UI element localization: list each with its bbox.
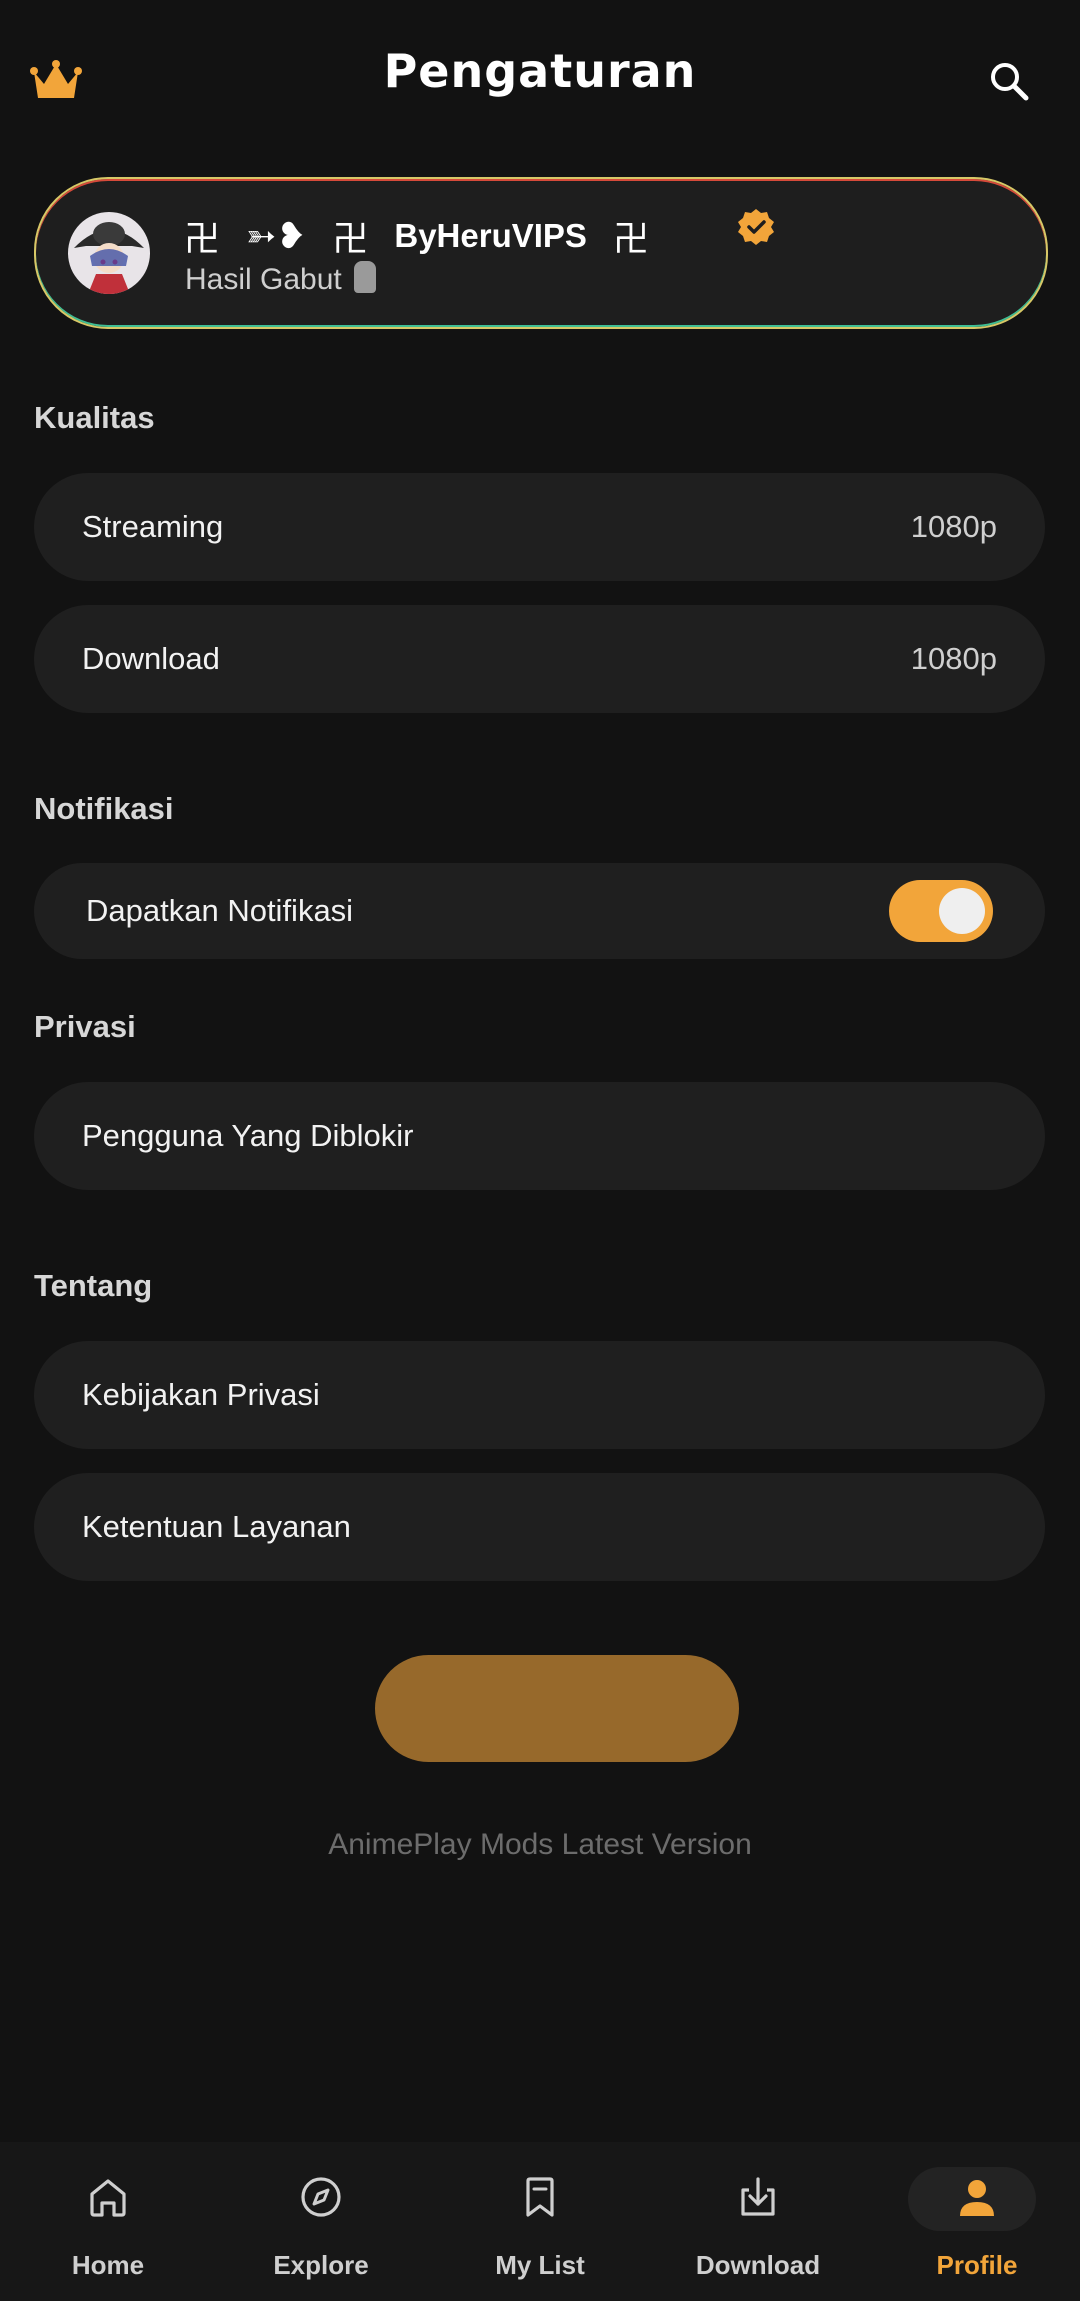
profile-status-text: Hasil Gabut [185,263,342,296]
download-icon [741,2177,775,2216]
streaming-quality-label: Streaming [82,509,224,544]
streaming-quality-value: 1080p [910,509,997,544]
compass-icon [301,2177,341,2217]
nav-profile-label: Profile [936,2250,1018,2280]
download-quality-label: Download [82,641,220,676]
app-header: Pengaturan [0,0,1080,150]
nav-explore[interactable]: Explore [213,2142,429,2301]
verified-badge-icon [738,209,774,245]
blocked-users-label: Pengguna Yang Diblokir [82,1118,414,1153]
nav-explore-label: Explore [273,2250,369,2280]
primary-action-button[interactable] [375,1655,739,1762]
section-title-privacy: Privasi [34,1009,136,1044]
notifications-toggle[interactable] [889,880,993,942]
profile-username: ByHeruVIPS [394,217,587,254]
bottom-navigation: Home Explore My List Download Profile [0,2142,1080,2301]
moai-icon [353,261,376,293]
profile-status: Hasil Gabut [185,261,376,297]
name-symbol-left: 卍 [184,219,221,260]
nav-download-label: Download [695,2250,821,2280]
nav-home[interactable]: Home [0,2142,216,2301]
section-title-notifications: Notifikasi [34,791,174,826]
nav-download[interactable]: Download [650,2142,866,2301]
section-title-about: Tentang [34,1268,153,1303]
person-icon [960,2180,994,2216]
version-text: AnimePlay Mods Latest Version [328,1828,752,1861]
terms-of-service-row[interactable]: Ketentuan Layanan [34,1473,1045,1581]
nav-home-label: Home [71,2250,145,2280]
toggle-knob [939,888,985,934]
privacy-policy-row[interactable]: Kebijakan Privasi [34,1341,1045,1449]
search-icon[interactable] [986,58,1032,104]
profile-name-row: 卍 ➳❥ 卍 ByHeruVIPS 卍 [184,211,649,261]
home-icon [90,2179,126,2217]
notifications-row: Dapatkan Notifikasi [34,863,1045,959]
name-symbol-mid: 卍 [332,219,369,260]
blocked-users-row[interactable]: Pengguna Yang Diblokir [34,1082,1045,1190]
bookmark-icon [526,2177,554,2217]
avatar[interactable] [68,212,150,294]
name-symbol-right: 卍 [612,219,649,260]
nav-profile[interactable]: Profile [869,2142,1080,2301]
notifications-label: Dapatkan Notifikasi [86,893,354,928]
nav-my-list-label: My List [495,2250,585,2280]
download-quality-row[interactable]: Download 1080p [34,605,1045,713]
name-arrow-heart: ➳❥ [246,215,307,257]
streaming-quality-row[interactable]: Streaming 1080p [34,473,1045,581]
profile-card[interactable]: 卍 ➳❥ 卍 ByHeruVIPS 卍 Hasil Gabut [34,177,1048,329]
page-title: Pengaturan [383,44,697,98]
section-title-quality: Kualitas [34,400,155,435]
download-quality-value: 1080p [910,641,997,676]
terms-of-service-label: Ketentuan Layanan [82,1509,351,1544]
avatar-image [68,212,150,294]
privacy-policy-label: Kebijakan Privasi [82,1377,320,1412]
nav-my-list[interactable]: My List [432,2142,648,2301]
